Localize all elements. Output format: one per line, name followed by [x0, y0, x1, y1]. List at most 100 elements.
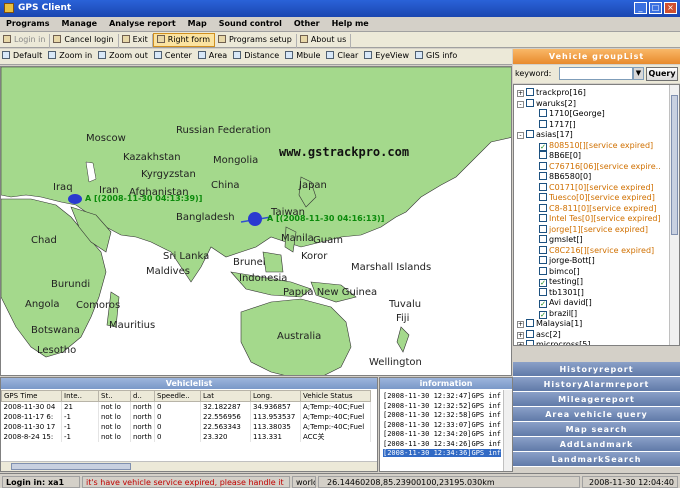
tree-checkbox[interactable]: [539, 151, 547, 159]
tree-checkbox[interactable]: [539, 224, 547, 233]
tree-item-label: jorge-Bott[]: [549, 256, 595, 265]
menu-manage[interactable]: Manage: [55, 17, 103, 30]
nav-area-vehicle-query[interactable]: Area vehicle query: [513, 407, 680, 422]
tree-checkbox[interactable]: [539, 119, 547, 128]
table-row[interactable]: 2008-11-17 6: -1 not lo north 0 22.556956 113.…: [1, 411, 371, 422]
vehicle-tag-1[interactable]: A [(2008-11-30 04:13:39)]: [85, 194, 202, 203]
tree-checkbox[interactable]: [539, 266, 547, 275]
status-login: Login in: xa1: [2, 476, 80, 488]
table-row[interactable]: 2008-11-30 17 -1 not lo north 0 22.563343 113.…: [1, 421, 371, 432]
tree-checkbox[interactable]: [539, 235, 547, 243]
menu-help[interactable]: Help me: [326, 17, 375, 30]
info-log-entry[interactable]: [2008-11-30 12:34:26]GPS info: [383, 440, 501, 448]
vehicle-list-scrollbar[interactable]: [1, 461, 377, 471]
tree-checkbox[interactable]: [539, 193, 547, 201]
tool-default[interactable]: Default: [0, 50, 46, 64]
info-log-entry[interactable]: [2008-11-30 12:34:36]GPS info: [383, 449, 501, 457]
table-cell: 2008-11-17 6:: [1, 411, 62, 422]
cancel-login-button[interactable]: Cancel login: [50, 34, 119, 48]
menu-analyse-report[interactable]: Analyse report: [103, 17, 182, 30]
column-header[interactable]: Long.: [250, 390, 301, 402]
tree-checkbox[interactable]: [526, 340, 534, 345]
tree-checkbox[interactable]: [526, 88, 534, 96]
tool-area[interactable]: Area: [196, 50, 231, 64]
collapse-icon[interactable]: -: [517, 132, 524, 139]
info-log-entry[interactable]: [2008-11-30 12:32:52]GPS info: [383, 402, 501, 410]
tree-checkbox[interactable]: [539, 287, 547, 296]
scroll-thumb[interactable]: [671, 95, 678, 235]
column-header[interactable]: Inte..: [61, 390, 99, 402]
map-label-koror: Koror: [301, 251, 328, 262]
info-log-entry[interactable]: [2008-11-30 12:32:58]GPS info: [383, 411, 501, 419]
map-label-tuvalu: Tuvalu: [389, 299, 422, 310]
tree-checkbox[interactable]: [539, 245, 547, 254]
tree-item[interactable]: + microcross[5]: [517, 339, 591, 345]
tree-checkbox[interactable]: [526, 319, 534, 327]
menu-map[interactable]: Map: [182, 17, 213, 30]
column-header[interactable]: St..: [98, 390, 131, 402]
info-log-entry[interactable]: [2008-11-30 12:33:07]GPS info: [383, 421, 501, 429]
vehicle-group-tree[interactable]: + trackpro[16] - waruks[2] 1710[George] 1717[…: [513, 84, 680, 346]
info-scrollbar[interactable]: [503, 390, 512, 471]
tool-zoom-out[interactable]: Zoom out: [96, 50, 152, 64]
menu-other[interactable]: Other: [288, 17, 326, 30]
tool-gis-info[interactable]: GIS info: [413, 50, 461, 64]
map-view[interactable]: www.gstrackpro.com Moscow Russian Federa…: [0, 66, 512, 376]
minimize-button[interactable]: _: [634, 2, 647, 14]
programs-setup-button[interactable]: Programs setup: [215, 34, 297, 48]
nav-history-report[interactable]: Historyreport: [513, 362, 680, 377]
vehicle-tag-2[interactable]: A [(2008-11-30 04:16:13)]: [267, 214, 384, 223]
menu-programs[interactable]: Programs: [0, 17, 55, 30]
tree-checkbox[interactable]: [539, 203, 547, 212]
nav-add-landmark[interactable]: AddLandmark: [513, 437, 680, 452]
tool-clear[interactable]: Clear: [324, 50, 362, 64]
tree-checkbox[interactable]: [539, 256, 547, 264]
tree-checkbox[interactable]: [539, 214, 547, 222]
tool-center[interactable]: Center: [152, 50, 196, 64]
vehicle-table[interactable]: GPS Time Inte.. St.. d.. Speedle.. Lat Long. Ve…: [1, 390, 371, 442]
column-header[interactable]: d..: [130, 390, 155, 402]
expand-icon[interactable]: +: [517, 331, 524, 339]
tool-eyeview[interactable]: EyeView: [362, 50, 413, 64]
column-header[interactable]: Vehicle Status: [300, 390, 371, 402]
close-button[interactable]: ×: [664, 2, 677, 14]
collapse-icon[interactable]: -: [517, 100, 524, 108]
menu-sound-control[interactable]: Sound control: [213, 17, 288, 30]
right-form-button[interactable]: Right form: [152, 33, 215, 47]
table-cell: not lo: [98, 431, 131, 442]
group-search: keyword: ▼ Query: [513, 65, 680, 83]
exit-button[interactable]: Exit: [119, 34, 153, 48]
nav-mileage-report[interactable]: Mileagereport: [513, 392, 680, 407]
login-button[interactable]: Login in: [0, 34, 51, 48]
tree-checkbox[interactable]: [539, 182, 547, 191]
nav-map-search[interactable]: Map search: [513, 422, 680, 437]
column-header[interactable]: GPS Time: [1, 390, 62, 402]
keyword-dropdown-icon[interactable]: ▼: [633, 67, 644, 80]
expand-icon[interactable]: +: [517, 342, 524, 345]
column-header[interactable]: Lat: [200, 390, 251, 402]
tool-mbule[interactable]: Mbule: [283, 50, 324, 64]
scroll-thumb[interactable]: [11, 463, 131, 470]
query-button[interactable]: Query: [646, 67, 678, 81]
table-row[interactable]: 2008-8-24 15: -1 not lo north 0 23.320 113.331…: [1, 431, 371, 442]
info-log-entry[interactable]: [2008-11-30 12:34:20]GPS info: [383, 430, 501, 438]
nav-history-alarm-report[interactable]: HistoryAlarmreport: [513, 377, 680, 392]
table-row[interactable]: 2008-11-30 04 21 not lo north 0 32.182287 34.9…: [1, 401, 371, 412]
expand-icon[interactable]: +: [517, 90, 524, 97]
info-log-entry[interactable]: [2008-11-30 12:32:47]GPS info: [383, 392, 501, 400]
tree-checkbox[interactable]: [539, 161, 547, 170]
about-us-button[interactable]: About us: [297, 34, 352, 48]
tree-checkbox[interactable]: [526, 98, 534, 107]
tool-distance[interactable]: Distance: [231, 50, 283, 64]
maximize-button[interactable]: □: [649, 2, 662, 14]
tool-zoom-in[interactable]: Zoom in: [46, 50, 96, 64]
nav-landmark-search[interactable]: LandmarkSearch: [513, 452, 680, 467]
column-header[interactable]: Speedle..: [154, 390, 201, 402]
tree-checkbox[interactable]: [539, 172, 547, 180]
expand-icon[interactable]: +: [517, 321, 524, 328]
tree-checkbox[interactable]: [539, 109, 547, 117]
keyword-input[interactable]: [559, 67, 633, 80]
tree-scrollbar[interactable]: [669, 85, 679, 345]
tree-checkbox[interactable]: [526, 130, 534, 138]
tree-checkbox[interactable]: [526, 329, 534, 338]
